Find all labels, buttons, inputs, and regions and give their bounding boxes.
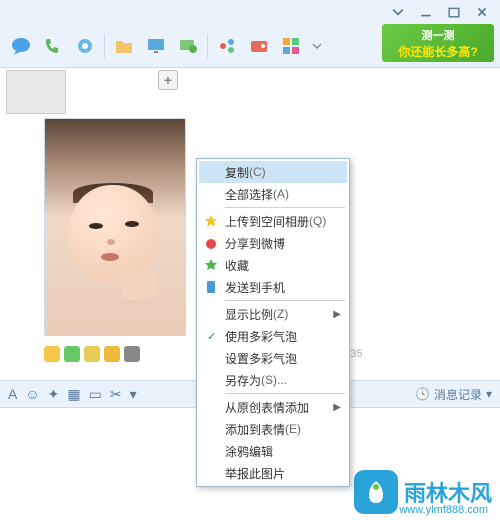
qzone-icon — [203, 213, 219, 229]
image-action-icons — [44, 346, 140, 362]
chevron-down-icon[interactable] — [310, 33, 324, 59]
baby-photo — [63, 177, 173, 277]
check-icon: ✓ — [207, 330, 216, 343]
separator — [104, 34, 105, 58]
submenu-arrow-icon: ▶ — [333, 309, 341, 320]
brand-url: www.ylmf888.com — [399, 504, 488, 516]
eye-icon[interactable] — [104, 346, 120, 362]
menu-share-weibo[interactable]: 分享到微博 — [199, 232, 347, 254]
ad-line1: 测一测 — [422, 27, 455, 43]
menu-separator — [225, 393, 345, 394]
menu-use-bubble[interactable]: ✓使用多彩气泡 — [199, 325, 347, 347]
share-icon[interactable] — [214, 33, 240, 59]
menu-set-bubble[interactable]: 设置多彩气泡 — [199, 347, 347, 369]
watermark: 雨林木风 www.ylmf888.com — [354, 470, 492, 514]
wallet-icon[interactable] — [246, 33, 272, 59]
history-label: 消息记录 — [434, 386, 482, 403]
menu-separator — [225, 300, 345, 301]
star-small-icon[interactable] — [84, 346, 100, 362]
add-thumbnail-button[interactable]: + — [158, 70, 178, 90]
font-icon[interactable]: A — [8, 386, 17, 402]
chevron-down-icon[interactable]: ▾ — [130, 386, 137, 403]
maximize-icon[interactable] — [440, 3, 468, 21]
thumbnail[interactable] — [6, 70, 66, 114]
menu-upload-qzone[interactable]: 上传到空间相册(Q) — [199, 210, 347, 232]
clock-icon: 🕓 — [415, 387, 430, 401]
ad-banner[interactable]: 测一测 你还能长多高? — [382, 24, 494, 62]
title-bar — [0, 0, 500, 24]
separator — [207, 34, 208, 58]
menu-save-as[interactable]: 另存为(S)... — [199, 369, 347, 391]
remote-icon[interactable] — [175, 33, 201, 59]
menu-favorite[interactable]: 收藏 — [199, 254, 347, 276]
caret-down-icon[interactable] — [384, 3, 412, 21]
ad-line2: 你还能长多高? — [398, 43, 477, 60]
star-icon — [203, 257, 219, 273]
folder-icon[interactable] — [111, 33, 137, 59]
monitor-icon[interactable] — [143, 33, 169, 59]
menu-add-emoji[interactable]: 添加到表情(E) — [199, 418, 347, 440]
brand-logo-icon — [354, 470, 398, 514]
minimize-icon[interactable] — [412, 3, 440, 21]
scissors-icon[interactable]: ✂ — [110, 386, 122, 403]
phone-icon[interactable] — [40, 33, 66, 59]
menu-send-phone[interactable]: 发送到手机 — [199, 276, 347, 298]
emoji-icon[interactable]: ☺ — [25, 386, 39, 402]
more-icon[interactable] — [124, 346, 140, 362]
sparkle-icon[interactable]: ✦ — [48, 386, 60, 403]
chevron-down-icon: ▾ — [486, 387, 492, 401]
camera-icon[interactable] — [72, 33, 98, 59]
menu-report-image[interactable]: 举报此图片 — [199, 462, 347, 484]
menu-separator — [225, 207, 345, 208]
phone-small-icon — [203, 279, 219, 295]
message-history-button[interactable]: 🕓 消息记录 ▾ — [415, 386, 492, 403]
menu-from-original-emoji[interactable]: 从原创表情添加▶ — [199, 396, 347, 418]
face-icon[interactable] — [44, 346, 60, 362]
close-icon[interactable] — [468, 3, 496, 21]
chat-image[interactable] — [44, 118, 186, 336]
folder-small-icon[interactable] — [64, 346, 80, 362]
image-tool-icon[interactable]: ▭ — [89, 386, 102, 403]
chat-icon[interactable] — [8, 33, 34, 59]
submenu-arrow-icon: ▶ — [333, 402, 341, 413]
apps-icon[interactable] — [278, 33, 304, 59]
context-menu: 复制(C) 全部选择(A) 上传到空间相册(Q) 分享到微博 收藏 发送到手机 … — [196, 158, 350, 487]
menu-zoom[interactable]: 显示比例(Z)▶ — [199, 303, 347, 325]
menu-select-all[interactable]: 全部选择(A) — [199, 183, 347, 205]
menu-copy[interactable]: 复制(C) — [199, 161, 347, 183]
menu-doodle-edit[interactable]: 涂鸦编辑 — [199, 440, 347, 462]
weibo-icon — [203, 235, 219, 251]
gif-icon[interactable]: ▦ — [67, 386, 80, 403]
